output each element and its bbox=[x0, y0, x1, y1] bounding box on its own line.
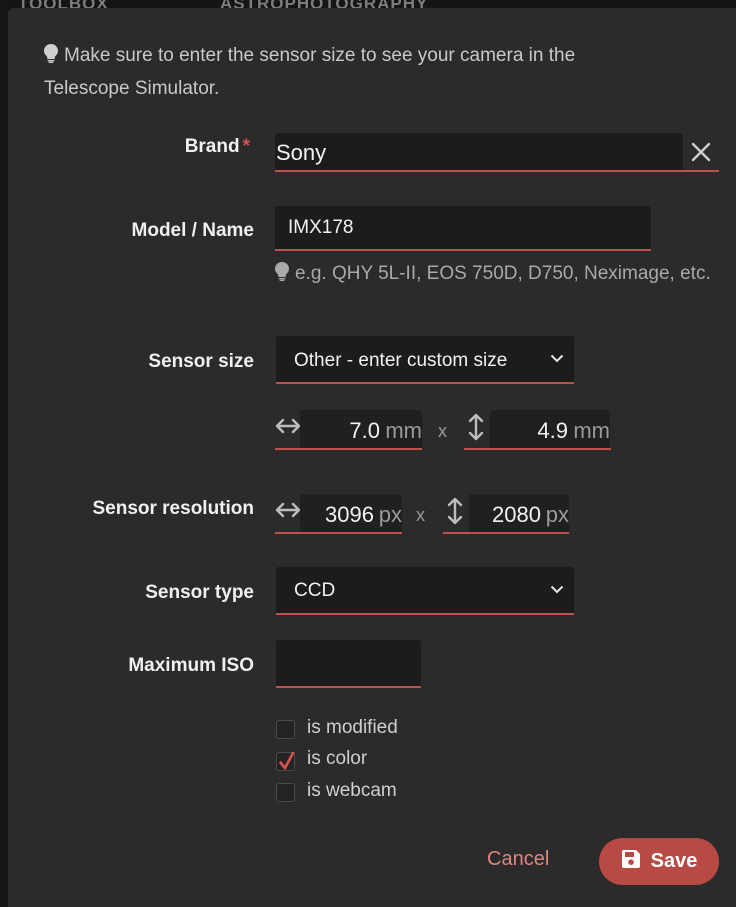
sensor-height-value: 4.9 bbox=[537, 418, 568, 443]
is-modified-checkbox[interactable] bbox=[276, 720, 295, 739]
model-label: Model / Name bbox=[131, 220, 254, 241]
is-color-checkbox[interactable] bbox=[276, 751, 295, 771]
save-button[interactable]: Save bbox=[599, 838, 719, 885]
size-separator: x bbox=[438, 421, 447, 441]
model-value: IMX178 bbox=[288, 217, 354, 238]
hint-text: Make sure to enter the sensor size to se… bbox=[44, 45, 576, 99]
sensor-type-label: Sensor type bbox=[145, 582, 254, 603]
brand-underline bbox=[275, 170, 719, 172]
is-color-label: is color bbox=[307, 748, 368, 769]
camera-edit-dialog: Make sure to enter the sensor size to se… bbox=[8, 8, 736, 907]
resolution-width-underline bbox=[275, 532, 402, 534]
sensor-type-selected: CCD bbox=[294, 580, 336, 601]
brand-label: Brand * bbox=[184, 136, 250, 157]
cancel-button[interactable]: Cancel bbox=[487, 848, 549, 871]
vertical-arrow-icon bbox=[446, 497, 464, 530]
sensor-size-selected: Other - enter custom size bbox=[294, 350, 508, 371]
lightbulb-icon bbox=[44, 42, 58, 73]
is-webcam-checkbox[interactable] bbox=[276, 783, 295, 802]
chevron-down-icon bbox=[550, 350, 564, 368]
brand-select[interactable]: Sony bbox=[275, 133, 683, 171]
sensor-height-unit: mm bbox=[573, 418, 610, 443]
model-input[interactable]: IMX178 bbox=[275, 206, 651, 251]
resolution-height-underline bbox=[443, 532, 569, 534]
checkmark-icon bbox=[278, 751, 296, 776]
max-iso-label: Maximum ISO bbox=[128, 655, 254, 676]
sensor-width-underline bbox=[275, 448, 422, 450]
resolution-width-value: 3096 bbox=[325, 502, 374, 527]
lightbulb-icon bbox=[275, 260, 289, 291]
vertical-arrow-icon bbox=[467, 413, 485, 446]
background-left-edge bbox=[0, 0, 8, 907]
floppy-disk-icon bbox=[621, 849, 641, 875]
sensor-width-unit: mm bbox=[385, 418, 422, 443]
sensor-size-hint: Make sure to enter the sensor size to se… bbox=[44, 40, 664, 104]
horizontal-arrow-icon bbox=[275, 417, 301, 440]
sensor-height-input[interactable]: 4.9 mm bbox=[490, 410, 610, 450]
is-webcam-label: is webcam bbox=[307, 780, 397, 801]
resolution-width-input[interactable]: 3096 px bbox=[300, 494, 402, 534]
is-modified-label: is modified bbox=[307, 717, 398, 738]
resolution-separator: x bbox=[416, 505, 425, 525]
sensor-size-select[interactable]: Other - enter custom size bbox=[276, 336, 574, 384]
horizontal-arrow-icon bbox=[275, 501, 301, 524]
chevron-down-icon bbox=[550, 581, 564, 599]
brand-value: Sony bbox=[276, 140, 327, 165]
max-iso-input[interactable] bbox=[276, 640, 421, 688]
resolution-height-input[interactable]: 2080 px bbox=[469, 494, 569, 534]
resolution-height-value: 2080 bbox=[492, 502, 541, 527]
sensor-resolution-label: Sensor resolution bbox=[92, 498, 254, 519]
sensor-height-underline bbox=[464, 448, 611, 450]
clear-brand-icon[interactable] bbox=[690, 141, 712, 163]
sensor-width-value: 7.0 bbox=[349, 418, 380, 443]
sensor-width-input[interactable]: 7.0 mm bbox=[300, 410, 422, 450]
required-mark: * bbox=[242, 136, 250, 157]
save-label: Save bbox=[650, 850, 698, 872]
model-help-text: e.g. QHY 5L-II, EOS 750D, D750, Neximage… bbox=[295, 263, 711, 284]
resolution-width-unit: px bbox=[378, 502, 402, 527]
resolution-height-unit: px bbox=[545, 502, 569, 527]
sensor-size-label: Sensor size bbox=[148, 351, 254, 372]
sensor-type-select[interactable]: CCD bbox=[276, 567, 574, 615]
model-help: e.g. QHY 5L-II, EOS 750D, D750, Neximage… bbox=[275, 258, 715, 291]
